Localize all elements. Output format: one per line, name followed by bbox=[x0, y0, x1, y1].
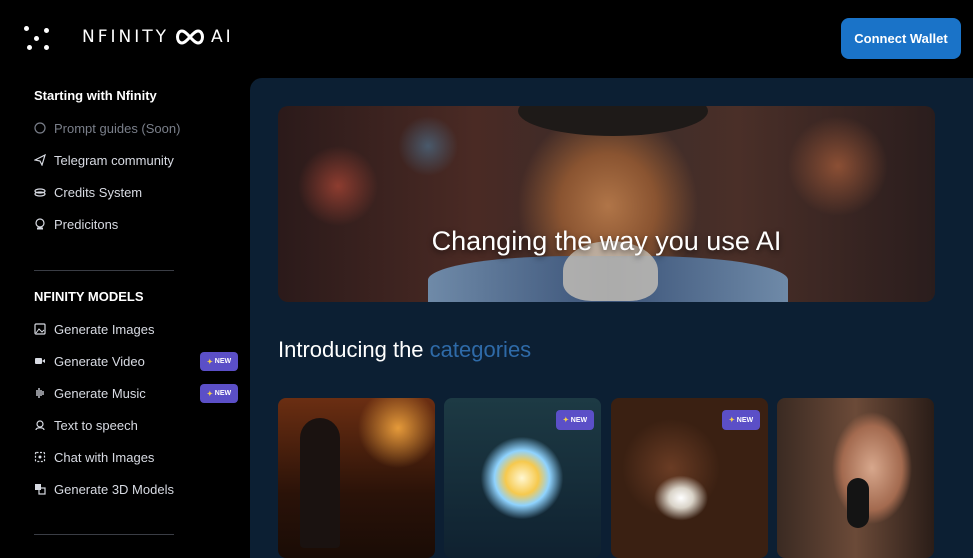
coins-icon bbox=[34, 188, 46, 197]
new-badge: ✦ NEW bbox=[722, 410, 760, 430]
logo-dots-icon[interactable] bbox=[24, 26, 52, 52]
new-badge: ✦ NEW bbox=[200, 384, 238, 403]
speech-icon bbox=[35, 420, 45, 431]
video-icon bbox=[35, 358, 45, 364]
sidebar-item-label: Prompt guides (Soon) bbox=[54, 120, 181, 136]
telegram-icon bbox=[34, 154, 46, 166]
crystal-ball-icon bbox=[35, 218, 45, 230]
hero-banner: Changing the way you use AI bbox=[278, 106, 935, 302]
card-image-microphone bbox=[847, 478, 869, 528]
sidebar: Starting with Nfinity Prompt guides (Soo… bbox=[0, 78, 250, 549]
card-image-figure bbox=[300, 418, 340, 548]
categories-heading-prefix: Introducing the bbox=[278, 337, 424, 362]
sidebar-item-label: Telegram community bbox=[54, 152, 174, 168]
sparkle-icon: ✦ bbox=[206, 358, 213, 366]
brand-name-left: NFINITY bbox=[82, 27, 170, 47]
brand-name-right: AI bbox=[211, 27, 234, 47]
whatsapp-icon bbox=[34, 122, 46, 134]
category-card-image[interactable] bbox=[278, 398, 435, 558]
connect-wallet-button[interactable]: Connect Wallet bbox=[841, 18, 961, 59]
sidebar-item-label: Text to speech bbox=[54, 417, 138, 433]
sidebar-item-label: Generate Music bbox=[54, 385, 146, 401]
sidebar-item-generate-images[interactable]: Generate Images bbox=[34, 319, 154, 339]
sidebar-item-label: Chat with Images bbox=[54, 449, 155, 465]
category-card-video[interactable]: ✦ NEW bbox=[444, 398, 601, 558]
hero-title: Changing the way you use AI bbox=[431, 226, 782, 256]
infinity-icon bbox=[176, 29, 205, 45]
sparkle-icon: ✦ bbox=[206, 390, 213, 398]
chat-image-icon bbox=[34, 451, 46, 463]
sparkle-icon: ✦ bbox=[562, 417, 569, 424]
sidebar-item-generate-3d-models[interactable]: Generate 3D Models bbox=[34, 479, 174, 499]
sidebar-item-text-to-speech[interactable]: Text to speech bbox=[34, 415, 138, 435]
sidebar-item-prompt-guides[interactable]: Prompt guides (Soon) bbox=[34, 118, 180, 138]
category-card-music[interactable]: ✦ NEW bbox=[611, 398, 768, 558]
new-badge: ✦ NEW bbox=[556, 410, 594, 430]
new-badge: ✦ NEW bbox=[200, 352, 238, 371]
badge-label: NEW bbox=[214, 358, 232, 365]
badge-label: NEW bbox=[736, 416, 754, 424]
sidebar-divider bbox=[34, 534, 174, 535]
badge-label: NEW bbox=[214, 390, 232, 397]
badge-label: NEW bbox=[570, 416, 588, 424]
main-panel: Changing the way you use AI Introducing … bbox=[250, 78, 973, 558]
sparkle-icon: ✦ bbox=[728, 417, 735, 424]
sidebar-item-telegram[interactable]: Telegram community bbox=[34, 150, 174, 170]
top-bar: NFINITY AI Connect Wallet bbox=[0, 0, 973, 78]
categories-heading: Introducing the categories bbox=[278, 337, 531, 363]
sidebar-item-label: Credits System bbox=[54, 184, 143, 200]
sidebar-item-generate-music[interactable]: Generate Music bbox=[34, 383, 146, 403]
sidebar-item-predictions[interactable]: Predicitons bbox=[34, 214, 118, 234]
section-title-models: NFINITY MODELS bbox=[34, 289, 144, 304]
sidebar-item-chat-with-images[interactable]: Chat with Images bbox=[34, 447, 154, 467]
hero-image-hat bbox=[518, 106, 708, 136]
brand-logo[interactable]: NFINITY AI bbox=[82, 27, 234, 47]
sidebar-divider bbox=[34, 270, 174, 271]
cube-icon bbox=[35, 484, 46, 495]
sidebar-item-label: Generate 3D Models bbox=[54, 481, 174, 497]
sidebar-item-label: Predicitons bbox=[54, 216, 119, 232]
waveform-icon bbox=[36, 388, 44, 398]
sidebar-item-credits[interactable]: Credits System bbox=[34, 182, 142, 202]
image-icon bbox=[34, 323, 46, 335]
sidebar-item-label: Generate Images bbox=[54, 321, 155, 337]
section-title-starting: Starting with Nfinity bbox=[34, 88, 157, 103]
category-card-speech[interactable] bbox=[777, 398, 934, 558]
sidebar-item-generate-video[interactable]: Generate Video bbox=[34, 351, 145, 371]
categories-heading-accent: categories bbox=[429, 337, 532, 362]
sidebar-item-label: Generate Video bbox=[54, 353, 145, 369]
